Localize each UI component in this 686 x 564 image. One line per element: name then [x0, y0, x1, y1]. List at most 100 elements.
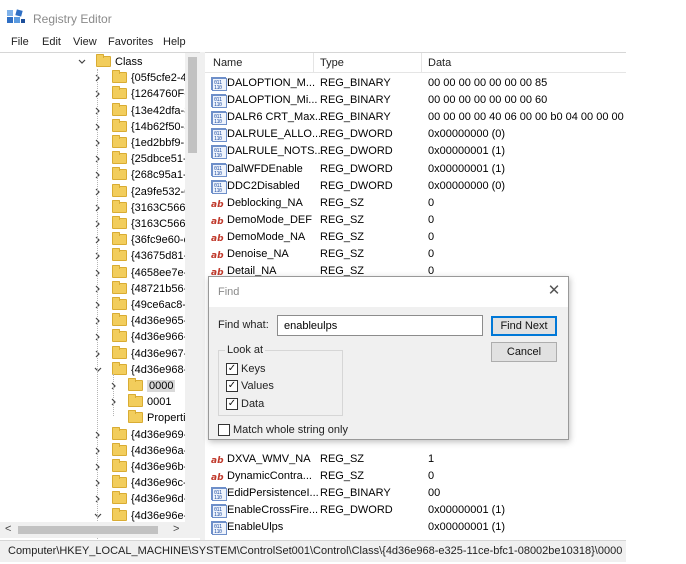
tree-item[interactable]: {4d36e969-e: [92, 426, 193, 443]
tree-item[interactable]: {268c95a1-e: [92, 167, 193, 183]
tree-vertical-scrollbar[interactable]: [185, 53, 200, 523]
folder-icon: [112, 345, 127, 359]
window-title: Registry Editor: [33, 12, 112, 26]
tree-item[interactable]: {49ce6ac8-6: [92, 297, 192, 313]
registry-value-row[interactable]: ab Deblocking_NA REG_SZ 0: [205, 195, 626, 212]
registry-value-row[interactable]: 011 110 EnableCrossFire... REG_DWORD 0x00000…: [205, 502, 626, 519]
tree-item[interactable]: {25dbce51-6: [92, 151, 193, 167]
tree-item[interactable]: {3163C566-D: [92, 216, 197, 232]
keys-checkbox[interactable]: ✓: [226, 363, 238, 375]
registry-value-row[interactable]: 011 110 DALOPTION_Mi... REG_BINARY 00 00 00 …: [205, 92, 626, 109]
close-icon[interactable]: ✕: [545, 282, 563, 300]
menu-view[interactable]: View: [73, 36, 97, 48]
folder-icon: [112, 361, 127, 375]
tree-item[interactable]: {13e42dfa-8: [92, 102, 190, 119]
tree-item[interactable]: {4d36e96c-e: [92, 475, 193, 491]
tree-item[interactable]: {43675d81-5: [92, 248, 193, 264]
string-value-icon: ab: [211, 248, 226, 261]
folder-icon: [112, 167, 127, 181]
data-checkbox[interactable]: ✓: [226, 398, 238, 410]
folder-icon: [112, 70, 127, 84]
folder-icon: [112, 151, 127, 165]
tree-item[interactable]: {4d36e966-e: [92, 329, 193, 345]
find-what-input[interactable]: [277, 315, 483, 336]
cancel-button[interactable]: Cancel: [491, 342, 557, 362]
scroll-right-arrow-icon[interactable]: >: [173, 523, 179, 535]
registry-value-row[interactable]: ab Denoise_NA REG_SZ 0: [205, 246, 626, 263]
registry-value-row[interactable]: 011 110 DALRULE_ALLO... REG_DWORD 0x00000000…: [205, 126, 626, 143]
tree-item-child[interactable]: Properti: [108, 410, 186, 426]
value-data: 0x00000001 (1): [428, 162, 506, 175]
svg-text:110: 110: [214, 153, 222, 159]
menu-file[interactable]: File: [11, 36, 29, 48]
registry-value-row[interactable]: ab DynamicContra... REG_SZ 0: [205, 468, 626, 485]
status-bar-path: Computer\HKEY_LOCAL_MACHINE\SYSTEM\Contr…: [0, 540, 626, 562]
tree-vertical-scroll-thumb[interactable]: [188, 57, 197, 153]
tree-horizontal-scroll-thumb[interactable]: [18, 526, 158, 534]
registry-value-row[interactable]: 011 110 DALRULE_NOTS... REG_DWORD 0x00000001…: [205, 143, 626, 160]
value-type: REG_DWORD: [320, 162, 393, 175]
folder-icon: [112, 442, 127, 456]
tree-item[interactable]: {14b62f50-3: [92, 118, 190, 135]
column-header-name[interactable]: Name: [208, 53, 313, 73]
binary-value-icon: 011 110: [211, 179, 227, 194]
tree-item[interactable]: {4d36e968-e: [92, 361, 193, 380]
tree-item[interactable]: {2a9fe532-0: [92, 183, 190, 200]
registry-value-row[interactable]: 011 110 DALR6 CRT_Max... REG_BINARY 00 00 00…: [205, 109, 626, 126]
column-divider[interactable]: [421, 53, 422, 73]
tree-item-label: {05f5cfe2-47: [131, 72, 193, 85]
menu-help[interactable]: Help: [163, 36, 186, 48]
chevron-down-icon[interactable]: [92, 362, 104, 380]
scroll-left-arrow-icon[interactable]: <: [5, 523, 11, 535]
value-data: 0x00000000 (0): [428, 179, 506, 192]
keys-checkbox-row[interactable]: ✓ Keys: [226, 362, 265, 376]
tree-item-class[interactable]: Class: [76, 54, 143, 70]
registry-value-row[interactable]: 011 110 EdidPersistenceI... REG_BINARY 00: [205, 485, 626, 502]
folder-icon: [112, 264, 127, 278]
tree-item[interactable]: {1264760F-A: [92, 86, 195, 102]
tree-item[interactable]: {48721b56-6: [92, 280, 193, 297]
tree-item[interactable]: {05f5cfe2-47: [92, 70, 193, 86]
tree-item[interactable]: {4d36e96d-e: [92, 491, 193, 507]
tree-item[interactable]: {4658ee7e-f0: [92, 264, 196, 281]
menu-bar: File Edit View Favorites Help: [0, 34, 686, 52]
value-data: 00 00 00 00 00 00 00 85: [428, 77, 548, 89]
values-checkbox[interactable]: ✓: [226, 380, 238, 392]
match-whole-string-checkbox[interactable]: [218, 424, 230, 436]
values-checkbox-row[interactable]: ✓ Values: [226, 379, 274, 393]
column-header-data[interactable]: Data: [423, 53, 623, 73]
tree-item[interactable]: {4d36e967-e: [92, 345, 193, 362]
value-data: 0x00000000 (0): [428, 128, 506, 141]
value-name: DALOPTION_Mi...: [227, 94, 318, 107]
registry-value-row[interactable]: ab DXVA_WMV_NA REG_SZ 1: [205, 451, 626, 468]
tree-item[interactable]: {4d36e96b-e: [92, 459, 193, 475]
chevron-down-icon[interactable]: [76, 54, 88, 72]
menu-favorites[interactable]: Favorites: [108, 36, 153, 48]
registry-value-row[interactable]: 011 110 DalWFDEnable REG_DWORD 0x00000001 (1…: [205, 161, 626, 178]
registry-value-row[interactable]: 011 110 DDC2Disabled REG_DWORD 0x00000000 (0…: [205, 178, 626, 195]
menu-edit[interactable]: Edit: [42, 36, 61, 48]
tree-horizontal-scrollbar[interactable]: < >: [0, 522, 200, 538]
registry-value-row[interactable]: 011 110 DALOPTION_M... REG_BINARY 00 00 00 0…: [205, 75, 626, 92]
tree-item[interactable]: {3163C566-D: [92, 199, 197, 216]
registry-tree-pane[interactable]: Class {05f5cfe2-47 {1264760F-A {13e42dfa-8 {…: [0, 52, 200, 540]
folder-icon: [112, 313, 127, 327]
tree-item-child[interactable]: 0001: [108, 394, 171, 410]
column-header-type[interactable]: Type: [315, 53, 420, 73]
svg-text:ab: ab: [211, 217, 224, 227]
tree-item[interactable]: {1ed2bbf9-1: [92, 135, 190, 151]
registry-value-row[interactable]: 011 110 EnableUlps 0x00000001 (1): [205, 519, 626, 536]
tree-item[interactable]: {4d36e96a-e: [92, 442, 193, 459]
value-name: DALR6 CRT_Max...: [227, 111, 324, 124]
match-whole-string-row[interactable]: Match whole string only: [218, 423, 348, 437]
svg-text:110: 110: [214, 102, 222, 108]
data-checkbox-row[interactable]: ✓ Data: [226, 397, 264, 411]
tree-item[interactable]: {4d36e965-e: [92, 313, 193, 329]
tree-item-child[interactable]: 0000: [108, 378, 176, 394]
find-next-button[interactable]: Find Next: [491, 316, 557, 336]
registry-value-row[interactable]: ab DemoMode_NA REG_SZ 0: [205, 229, 626, 246]
column-divider[interactable]: [313, 53, 314, 73]
find-dialog-title-bar[interactable]: Find ✕: [209, 277, 568, 307]
tree-item[interactable]: {36fc9e60-c4: [92, 232, 195, 248]
registry-value-row[interactable]: ab DemoMode_DEF REG_SZ 0: [205, 212, 626, 229]
